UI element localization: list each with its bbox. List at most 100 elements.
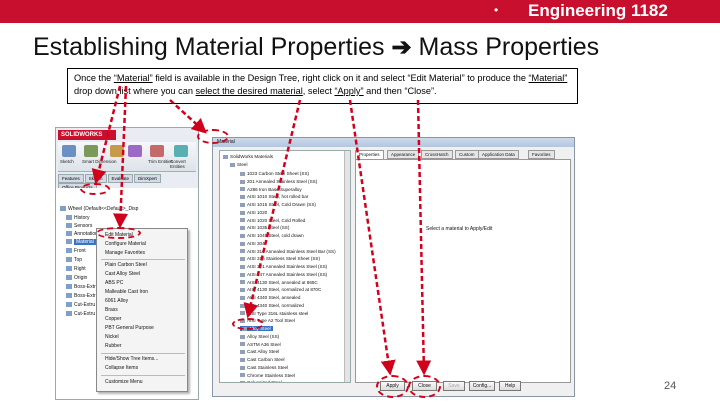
material-item[interactable]: Alloy Steel (SS) (240, 334, 279, 339)
material-icon (66, 239, 72, 245)
solidworks-logo: SOLIDWORKS (58, 130, 116, 140)
material-item[interactable]: AISI 321 Annealed Stainless Steel (SS) (240, 264, 327, 269)
menu-hide-show[interactable]: Hide/Show Tree Items... (105, 356, 158, 362)
tree-item-material[interactable]: Material (66, 239, 96, 245)
menu-material-option[interactable]: Copper (105, 316, 121, 322)
cut-icon (66, 302, 72, 308)
material-dialog: Material SolidWorks Materials Steel 1023… (212, 137, 575, 397)
tab-custom[interactable]: Custom (455, 150, 479, 159)
material-item[interactable]: AISI 4130 Steel, annealed at 865C (240, 280, 318, 285)
command-manager: Sketch Smart Dimension Trim Entities Con… (58, 142, 196, 172)
tab-appearance[interactable]: Appearance (387, 150, 420, 159)
material-item[interactable]: AISI 304 (240, 241, 265, 246)
material-icon (240, 303, 245, 308)
material-label: AISI 321 Annealed Stainless Steel (SS) (247, 264, 328, 269)
material-item[interactable]: AISI 1020 Steel, Cold Rolled (240, 218, 305, 223)
menu-customize[interactable]: Customize Menu (105, 379, 143, 385)
material-label: AISI 316 Annealed Stainless Steel Bar (S… (247, 248, 336, 254)
instr-text-4: , select (302, 86, 335, 96)
tree-item-history[interactable]: History (66, 215, 90, 221)
material-item[interactable]: ASTM A36 Steel (240, 342, 281, 347)
tree-label: Cut-Extru (74, 302, 96, 308)
menu-material-option[interactable]: Brass (105, 307, 118, 313)
material-label: Alloy Steel (SS) (247, 333, 280, 339)
tree-root[interactable]: SolidWorks Materials (223, 154, 273, 159)
material-item[interactable]: AISI 4130 Steel, normalized at 870C (240, 287, 321, 292)
material-item[interactable]: AISI 316 Stainless Steel Sheet (SS) (240, 256, 320, 261)
tree-label: Origin (74, 275, 88, 281)
menu-material-option[interactable]: PBT General Purpose (105, 325, 154, 331)
tab-crosshatch[interactable]: CrossHatch (421, 150, 453, 159)
material-item[interactable]: AISI 1015 Steel, Cold Drawn (SS) (240, 202, 316, 207)
tab-sketch[interactable]: Sketch (84, 174, 107, 183)
material-item[interactable]: 201 Annealed Stainless Steel (SS) (240, 179, 317, 184)
material-label: SolidWorks Materials (230, 154, 274, 159)
tree-item-sensors[interactable]: Sensors (66, 223, 92, 229)
tab-evaluate[interactable]: Evaluate (107, 174, 134, 183)
material-label: Steel (237, 162, 248, 167)
config-button[interactable]: Config... (469, 381, 495, 391)
tab-favorites[interactable]: Favorites (528, 150, 555, 159)
tree-item-right[interactable]: Right (66, 266, 86, 272)
menu-manage-favorites[interactable]: Manage Favorites (105, 250, 145, 256)
material-item[interactable]: Galvanized Steel (240, 380, 282, 382)
menu-collapse[interactable]: Collapse Items (105, 365, 138, 371)
tree-item-cut-2[interactable]: Cut-Extru (66, 311, 95, 317)
menu-material-option[interactable]: Malleable Cast Iron (105, 289, 148, 295)
menu-material-option[interactable]: 6061 Alloy (105, 298, 128, 304)
material-item[interactable]: AISI 4340 Steel, annealed (240, 295, 300, 300)
history-icon (66, 215, 72, 221)
material-item[interactable]: AISI Type 316L stainless steel (240, 311, 308, 316)
tree-item-cut-1[interactable]: Cut-Extru (66, 302, 95, 308)
tree-item-part[interactable]: Wheel (Default<<Default>_Disp (60, 206, 138, 212)
material-item[interactable]: AISI 4340 Steel, normalized (240, 303, 304, 308)
property-tabs: Properties Appearance CrossHatch Custom … (355, 150, 571, 159)
tree-label: Top (74, 257, 83, 263)
material-item[interactable]: AISI 1020 (240, 210, 267, 215)
tree-item-boss-1[interactable]: Boss-Extr (66, 284, 96, 290)
material-item[interactable]: AISI 316 Annealed Stainless Steel Bar (S… (240, 249, 336, 254)
menu-material-option[interactable]: ABS PC (105, 280, 123, 286)
convert-icon[interactable] (174, 145, 188, 157)
tab-application-data[interactable]: Application Data (478, 150, 519, 159)
menu-material-option[interactable]: Nickel (105, 334, 119, 340)
material-item[interactable]: A286 Iron Base Superalloy (240, 187, 302, 192)
tree-item-front[interactable]: Front (66, 248, 86, 254)
tree-label: Boss-Extr (74, 293, 96, 299)
tree-item-top[interactable]: Top (66, 257, 82, 263)
trim-icon[interactable] (150, 145, 164, 157)
material-item[interactable]: AISI 347 Annealed Stainless Steel (SS) (240, 272, 327, 277)
material-item[interactable]: Cast Carbon Steel (240, 357, 285, 362)
circle-tool-icon[interactable] (128, 145, 142, 157)
right-arrow-icon: ➔ (391, 34, 412, 61)
origin-icon (66, 275, 72, 281)
help-button[interactable]: Help (499, 381, 521, 391)
tab-features[interactable]: Features (58, 174, 84, 183)
menu-material-option[interactable]: Plain Carbon Steel (105, 262, 147, 268)
material-label: AISI 4130 Steel, annealed at 865C (247, 279, 318, 285)
extrude-icon (66, 284, 72, 290)
save-button[interactable]: Save (443, 381, 465, 391)
material-icon (240, 365, 245, 370)
material-item[interactable]: AISI 1010 Steel, hot rolled bar (240, 194, 308, 199)
menu-configure-material[interactable]: Configure Material (105, 241, 146, 247)
tab-properties[interactable]: Properties (355, 150, 384, 159)
tree-item-boss-2[interactable]: Boss-Extr (66, 293, 96, 299)
material-item[interactable]: Chrome Stainless Steel (240, 373, 295, 378)
tree-label: Right (74, 266, 86, 272)
material-item[interactable]: AISI 1045 Steel, cold drawn (240, 233, 304, 238)
tab-dimxpert[interactable]: DimXpert (134, 174, 161, 183)
folder-steel[interactable]: Steel (230, 162, 247, 167)
line-icon[interactable] (110, 145, 124, 157)
menu-material-option[interactable]: Cast Alloy Steel (105, 271, 140, 277)
material-item[interactable]: Cast Alloy Steel (240, 349, 279, 354)
sketch-icon[interactable] (62, 145, 76, 157)
extrude-icon (66, 293, 72, 299)
material-item[interactable]: AISI 1035 Steel (SS) (240, 225, 289, 230)
material-item[interactable]: 1023 Carbon Steel Sheet (SS) (240, 171, 309, 176)
tree-scrollbar[interactable] (344, 151, 350, 382)
tree-item-origin[interactable]: Origin (66, 275, 87, 281)
smart-dimension-icon[interactable] (84, 145, 98, 157)
material-item[interactable]: Cast Stainless Steel (240, 365, 288, 370)
menu-material-option[interactable]: Rubber (105, 343, 121, 349)
